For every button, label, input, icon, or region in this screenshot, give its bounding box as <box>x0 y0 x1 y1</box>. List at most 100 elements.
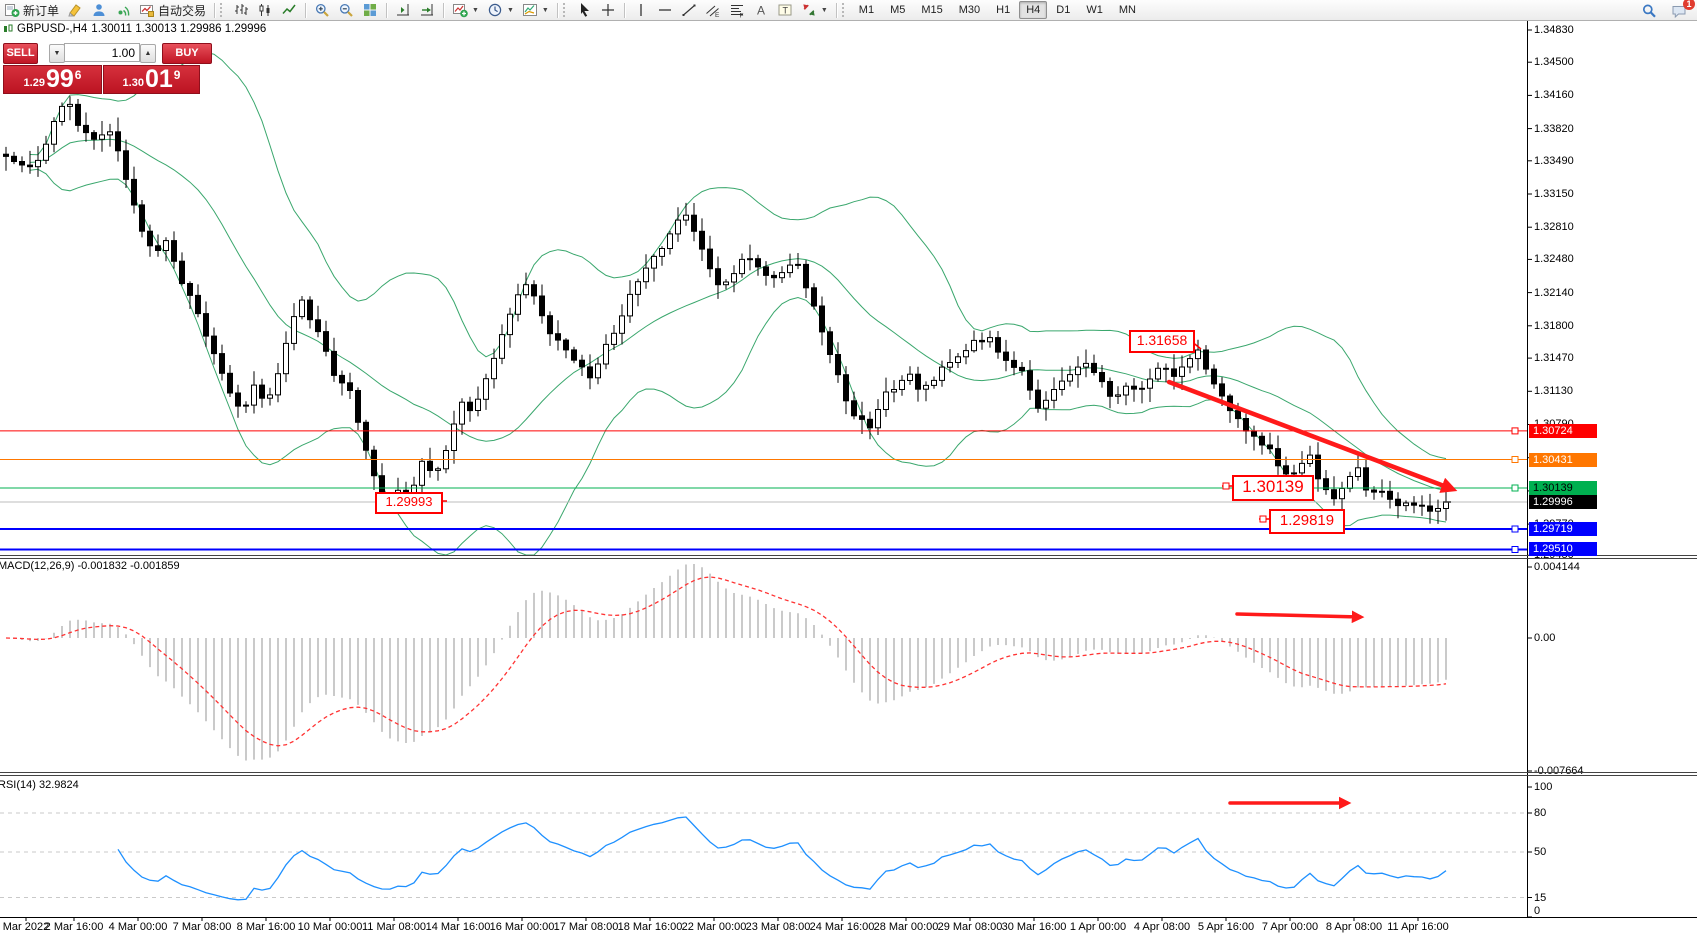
price-tick: 1.34160 <box>1534 89 1574 101</box>
timeframe-h4-button[interactable]: H4 <box>1019 1 1047 19</box>
notification-badge: 1 <box>1683 0 1695 10</box>
equidistant-channel-button[interactable]: E <box>701 0 725 20</box>
rsi-label: RSI(14) 32.9824 <box>0 779 79 791</box>
toolbar-separator <box>305 3 306 18</box>
price-annotation-1-30139[interactable]: 1.30139 <box>1232 475 1314 501</box>
chart-canvas[interactable] <box>0 0 1697 941</box>
hline-icon <box>657 2 673 18</box>
sell-quote[interactable]: 1.29 99 6 <box>3 65 102 94</box>
buy-button[interactable]: BUY <box>162 43 212 64</box>
toolbar-separator <box>557 3 558 18</box>
timeframe-m30-button[interactable]: M30 <box>952 1 987 19</box>
bar-chart-button[interactable] <box>229 0 253 20</box>
price-tag-1.30139: 1.30139 <box>1529 481 1597 495</box>
signal-icon <box>115 2 131 18</box>
horizontal-line-button[interactable] <box>653 0 677 20</box>
crosshair-button[interactable] <box>596 0 620 20</box>
zoom-in-button[interactable] <box>310 0 334 20</box>
time-tick: 2 Mar 16:00 <box>45 921 104 933</box>
pane-separator[interactable] <box>0 772 1697 773</box>
time-tick: 8 Mar 16:00 <box>237 921 296 933</box>
trend-arrow-macd <box>1237 614 1360 617</box>
chart-shift-button[interactable] <box>391 0 415 20</box>
indicator-plus-icon <box>452 2 468 18</box>
price-annotation-1-31658[interactable]: 1.31658 <box>1129 330 1195 353</box>
time-tick: 14 Mar 16:00 <box>426 921 491 933</box>
autotrading-button[interactable]: 自动交易 <box>135 0 210 20</box>
community-button[interactable] <box>87 0 111 20</box>
timeframe-m5-button[interactable]: M5 <box>883 1 912 19</box>
toolbar-drag-handle[interactable] <box>220 3 226 17</box>
tile-windows-button[interactable] <box>358 0 382 20</box>
volume-input[interactable] <box>64 43 140 62</box>
pane-separator[interactable] <box>0 558 1697 559</box>
time-tick: 23 Mar 08:00 <box>746 921 811 933</box>
volume-down-button[interactable]: ▼ <box>49 44 65 63</box>
autotrading-icon <box>139 2 155 18</box>
price-tick: 1.32480 <box>1534 253 1574 265</box>
buy-price-pip: 9 <box>174 68 181 82</box>
price-tick: 1.33490 <box>1534 155 1574 167</box>
tile-windows-icon <box>362 2 378 18</box>
toolbar-drag-handle[interactable] <box>563 3 569 17</box>
price-tick: 1.33150 <box>1534 188 1574 200</box>
price-tick: 1.31130 <box>1534 385 1573 397</box>
chevron-down-icon: ▼ <box>507 7 514 14</box>
timeframe-w1-button[interactable]: W1 <box>1079 1 1110 19</box>
zoom-in-icon <box>314 2 330 18</box>
chat-button[interactable]: 1 <box>1667 1 1691 21</box>
cursor-button[interactable] <box>572 0 596 20</box>
chevron-down-icon: ▼ <box>542 7 549 14</box>
sell-price-pip: 6 <box>75 68 82 82</box>
pane-separator[interactable] <box>0 775 1697 776</box>
zoom-out-button[interactable] <box>334 0 358 20</box>
periods-button[interactable]: ▼ <box>483 0 518 20</box>
price-tick: 1.32140 <box>1534 287 1574 299</box>
svg-text:F: F <box>739 13 743 19</box>
buy-quote[interactable]: 1.30 01 9 <box>103 65 200 94</box>
macd-label: MACD(12,26,9) -0.001832 -0.001859 <box>0 560 180 572</box>
trendline-button[interactable] <box>677 0 701 20</box>
timeframe-d1-button[interactable]: D1 <box>1049 1 1077 19</box>
search-button[interactable] <box>1637 1 1661 21</box>
timeframe-m1-button[interactable]: M1 <box>852 1 881 19</box>
pane-separator[interactable] <box>0 555 1697 556</box>
timeframe-h1-button[interactable]: H1 <box>989 1 1017 19</box>
highlighter-button[interactable] <box>63 0 87 20</box>
sell-button[interactable]: SELL <box>3 43 38 64</box>
line-chart-button[interactable] <box>277 0 301 20</box>
toolbar-drag-handle[interactable] <box>842 3 848 17</box>
text-label-button[interactable]: T <box>773 0 797 20</box>
vertical-line-button[interactable] <box>629 0 653 20</box>
macd-tick: 0.00 <box>1534 632 1555 644</box>
chart-shift-icon <box>395 2 411 18</box>
search-icon <box>1641 3 1657 19</box>
price-annotation-1-29993[interactable]: 1.29993 <box>375 492 443 514</box>
time-tick: 29 Mar 08:00 <box>938 921 1003 933</box>
time-tick: 28 Mar 00:00 <box>874 921 939 933</box>
price-annotation-1-29819[interactable]: 1.29819 <box>1269 509 1345 534</box>
time-axis-line <box>0 917 1697 918</box>
candle-chart-button[interactable] <box>253 0 277 20</box>
time-tick: 30 Mar 16:00 <box>1002 921 1067 933</box>
fibonacci-button[interactable]: F <box>725 0 749 20</box>
channel-icon: E <box>705 2 721 18</box>
arrows-button[interactable]: ▼ <box>797 0 832 20</box>
text-button[interactable]: A <box>749 0 773 20</box>
auto-scroll-button[interactable] <box>415 0 439 20</box>
price-tag-1.30724: 1.30724 <box>1529 424 1597 438</box>
price-tag-1.29510: 1.29510 <box>1529 542 1597 556</box>
price-tag-1.29719: 1.29719 <box>1529 522 1597 536</box>
indicators-button[interactable]: ▼ <box>448 0 483 20</box>
timeframe-mn-button[interactable]: MN <box>1112 1 1143 19</box>
new-order-icon <box>4 2 20 18</box>
timeframe-m15-button[interactable]: M15 <box>914 1 949 19</box>
signals-button[interactable] <box>111 0 135 20</box>
person-icon <box>91 2 107 18</box>
time-tick: 11 Mar 08:00 <box>362 921 426 933</box>
volume-up-button[interactable]: ▲ <box>140 44 156 63</box>
new-order-button[interactable]: 新订单 <box>0 0 63 20</box>
templates-button[interactable]: ▼ <box>518 0 553 20</box>
crosshair-icon <box>600 2 616 18</box>
zoom-out-icon <box>338 2 354 18</box>
